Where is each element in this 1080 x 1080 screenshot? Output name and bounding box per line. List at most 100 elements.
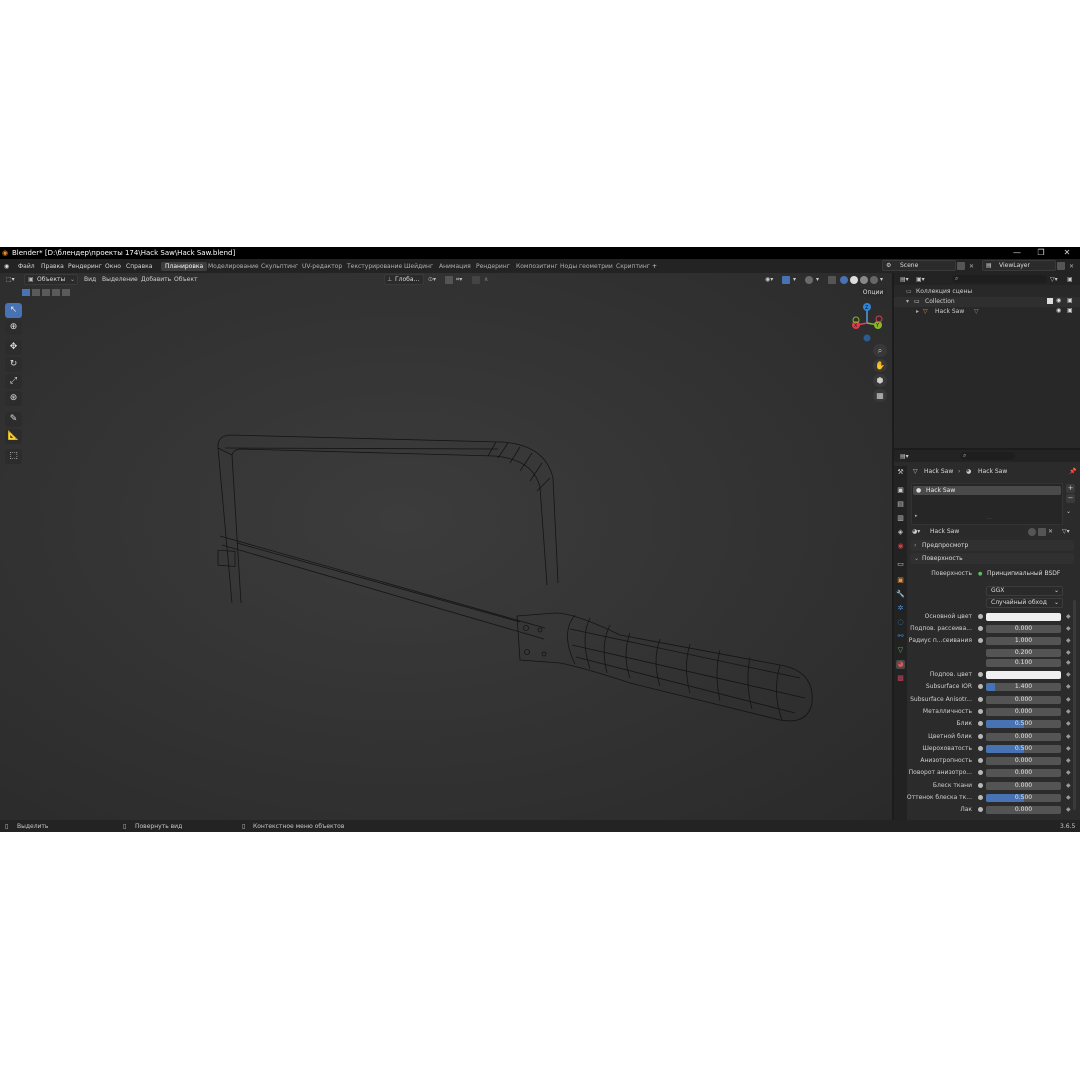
outliner-row-hack-saw[interactable]: ▸ ▽ Hack Saw ▽ ◉ ▣ (894, 307, 1080, 317)
keyframe-icon[interactable]: ◆ (1066, 794, 1071, 801)
list-expand-icon[interactable]: ▸ (915, 513, 918, 519)
new-collection-icon[interactable]: ▣ (1067, 276, 1073, 283)
bsdf-value-slider[interactable]: 0.500 (986, 745, 1061, 753)
socket-link-icon[interactable] (978, 626, 983, 631)
keyframe-icon[interactable]: ◆ (1066, 683, 1071, 690)
minimize-button[interactable]: — (1012, 248, 1022, 258)
material-slot-list[interactable]: ● Hack Saw ▸ ⋯ (911, 483, 1063, 525)
keyframe-icon[interactable]: ◆ (1066, 708, 1071, 715)
slot-menu-chevron-icon[interactable]: ⌄ (1066, 508, 1071, 515)
view-layer-selector[interactable]: ▤ ViewLayer (982, 260, 1056, 271)
material-tab-icon[interactable]: ◕ (896, 660, 905, 669)
outliner-search-input[interactable]: ⌕ (952, 275, 1047, 283)
subsurface-method-dropdown[interactable]: Случайный обход ⌄ (986, 598, 1063, 608)
eye-icon[interactable]: ◉ (1056, 307, 1061, 314)
menu-edit[interactable]: Правка (41, 263, 64, 270)
mesh-data-icon[interactable]: ▽ (974, 308, 979, 315)
material-slot-item[interactable]: ● Hack Saw (913, 486, 1061, 495)
outliner-editor-icon[interactable]: ▤▾ (900, 276, 909, 283)
display-mode-icon[interactable]: ▣▾ (916, 276, 925, 283)
keyframe-icon[interactable]: ◆ (1066, 696, 1071, 703)
expand-arrow-icon[interactable]: ▸ (916, 308, 919, 315)
collection-checkbox[interactable] (1047, 298, 1053, 304)
bsdf-value-slider[interactable]: 0.000 (986, 806, 1061, 814)
render-tab-icon[interactable]: ▣ (896, 486, 905, 495)
material-link-icon[interactable]: ▽▾ (1062, 528, 1070, 535)
remove-material-slot-button[interactable]: − (1066, 494, 1075, 503)
properties-editor-icon[interactable]: ▤▾ (900, 453, 909, 460)
socket-link-icon[interactable] (978, 697, 983, 702)
socket-link-icon[interactable] (978, 746, 983, 751)
outliner-row-scene-collection[interactable]: ▭ Коллекция сцены (894, 287, 1080, 297)
view-layer-tab-icon[interactable]: ▥ (896, 514, 905, 523)
socket-link-icon[interactable] (978, 807, 983, 812)
keyframe-icon[interactable]: ◆ (1066, 733, 1071, 740)
socket-link-icon[interactable] (978, 783, 983, 788)
keyframe-icon[interactable]: ◆ (1066, 659, 1071, 666)
scene-selector[interactable]: ⚙ Scene (882, 260, 956, 271)
bsdf-value-slider[interactable]: 0.000 (986, 782, 1061, 790)
duplicate-material-icon[interactable] (1038, 528, 1046, 536)
expand-arrow-icon[interactable]: ▾ (906, 298, 909, 305)
preview-section-header[interactable]: › Предпросмотр (910, 540, 1074, 551)
socket-link-icon[interactable] (978, 709, 983, 714)
tab-scripting[interactable]: Скриптинг (616, 263, 650, 270)
socket-link-icon[interactable] (978, 770, 983, 775)
bsdf-value-slider[interactable]: 1.000 (986, 637, 1061, 645)
socket-link-icon[interactable] (978, 638, 983, 643)
modifier-tab-icon[interactable]: 🔧 (896, 590, 905, 599)
tab-animation[interactable]: Анимация (439, 263, 471, 270)
bsdf-value-slider[interactable]: 0.000 (986, 708, 1061, 716)
keyframe-icon[interactable]: ◆ (1066, 757, 1071, 764)
properties-search-input[interactable]: ⌕ (960, 452, 1015, 460)
tab-rendering[interactable]: Рендеринг (476, 263, 510, 270)
bsdf-value-slider[interactable]: 0.500 (986, 794, 1061, 802)
bsdf-value-slider[interactable]: 0.000 (986, 769, 1061, 777)
surface-shader-selector[interactable]: Принципиальный BSDF (984, 569, 1061, 578)
keyframe-icon[interactable]: ◆ (1066, 806, 1071, 813)
collection-tab-icon[interactable]: ▭ (896, 560, 905, 569)
fake-user-icon[interactable] (1028, 528, 1036, 536)
bsdf-value-slider[interactable]: 0.000 (986, 696, 1061, 704)
socket-link-icon[interactable] (978, 734, 983, 739)
data-tab-icon[interactable]: ▽ (896, 646, 905, 655)
particles-tab-icon[interactable]: ✲ (896, 604, 905, 613)
bsdf-value-slider[interactable]: 0.200 (986, 649, 1061, 657)
menu-window[interactable]: Окно (105, 263, 121, 270)
surface-section-header[interactable]: ⌄ Поверхность (910, 553, 1074, 564)
keyframe-icon[interactable]: ◆ (1066, 769, 1071, 776)
camera-render-icon[interactable]: ▣ (1067, 307, 1073, 314)
delete-scene-icon[interactable]: ✕ (969, 263, 974, 270)
menu-render[interactable]: Рендеринг (68, 263, 102, 270)
socket-link-icon[interactable] (978, 795, 983, 800)
close-button[interactable]: ✕ (1062, 248, 1072, 258)
camera-render-icon[interactable]: ▣ (1067, 297, 1073, 304)
socket-link-icon[interactable] (978, 721, 983, 726)
material-name-field[interactable]: Hack Saw (927, 527, 1025, 536)
add-workspace-button[interactable]: + (652, 263, 657, 270)
keyframe-icon[interactable]: ◆ (1066, 625, 1071, 632)
tab-uv-editing[interactable]: UV-редактор (302, 263, 342, 270)
unlink-material-icon[interactable]: ✕ (1048, 528, 1053, 535)
tool-tab-icon[interactable]: ⚒ (896, 468, 905, 477)
socket-link-icon[interactable] (978, 684, 983, 689)
hack-saw-model[interactable] (0, 273, 892, 820)
delete-view-layer-icon[interactable]: ✕ (1069, 263, 1074, 270)
output-tab-icon[interactable]: ▤ (896, 500, 905, 509)
bsdf-value-slider[interactable]: 0.100 (986, 659, 1061, 667)
tab-texture-paint[interactable]: Текстурирование (347, 263, 402, 270)
outliner-row-collection[interactable]: ▾ ▭ Collection ◉ ▣ (894, 297, 1080, 307)
keyframe-icon[interactable]: ◆ (1066, 637, 1071, 644)
menu-file[interactable]: Файл (18, 263, 35, 270)
keyframe-icon[interactable]: ◆ (1066, 745, 1071, 752)
bsdf-value-slider[interactable]: 0.000 (986, 757, 1061, 765)
bsdf-value-slider[interactable]: 0.000 (986, 625, 1061, 633)
socket-link-icon[interactable] (978, 614, 983, 619)
color-swatch-field[interactable] (986, 671, 1061, 679)
keyframe-icon[interactable]: ◆ (1066, 671, 1071, 678)
bsdf-value-slider[interactable]: 0.000 (986, 733, 1061, 741)
filter-icon[interactable]: ▽▾ (1050, 276, 1058, 283)
tab-shading[interactable]: Шейдинг (404, 263, 433, 270)
list-resize-handle[interactable]: ⋯ (987, 516, 992, 522)
keyframe-icon[interactable]: ◆ (1066, 720, 1071, 727)
